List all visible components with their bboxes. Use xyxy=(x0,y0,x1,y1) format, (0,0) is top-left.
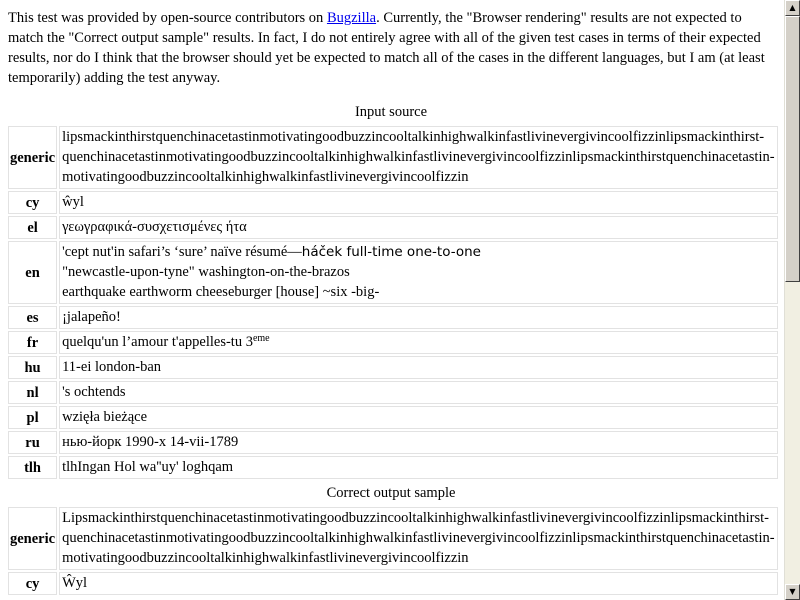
value-line: quenchinacetastinmotivatingoodbuzzincool… xyxy=(62,149,775,165)
test-value: wzięła bieżące xyxy=(59,406,778,429)
test-value: ŵyl xyxy=(59,191,778,214)
table-row: generic lipsmackinthirstquenchinacetasti… xyxy=(8,126,778,189)
lang-code: pl xyxy=(8,406,58,429)
value-line: "newcastle-upon-tyne" washington-on-the-… xyxy=(62,264,350,280)
table-row: pl wzięła bieżące xyxy=(8,406,778,429)
table-row: cy Ŵyl xyxy=(8,572,778,595)
test-value: 's ochtends xyxy=(59,381,778,404)
table-row: el γεωγραφικά-συσχετισμένες ήτα xyxy=(8,216,778,239)
correct-output-table: generic Lipsmackinthirstquenchinacetasti… xyxy=(6,505,780,597)
vertical-scrollbar[interactable]: ▲ ▼ xyxy=(784,0,800,600)
input-source-caption: Input source xyxy=(354,104,428,120)
lang-code: tlh xyxy=(8,456,58,479)
value-segment: 'cept nut'in safari’s ‘sure’ naïve résum… xyxy=(62,244,302,260)
test-value: 'cept nut'in safari’s ‘sure’ naïve résum… xyxy=(59,241,778,304)
lang-code: el xyxy=(8,216,58,239)
intro-text-before: This test was provided by open-source co… xyxy=(8,10,327,26)
input-source-table: generic lipsmackinthirstquenchinacetasti… xyxy=(6,124,780,481)
lang-code: cy xyxy=(8,191,58,214)
value-line: quenchinacetastinmotivatingoodbuzzincool… xyxy=(62,530,775,546)
lang-code: ru xyxy=(8,431,58,454)
table-row: generic Lipsmackinthirstquenchinacetasti… xyxy=(8,507,778,570)
test-value: lipsmackinthirstquenchinacetastinmotivat… xyxy=(59,126,778,189)
intro-paragraph: This test was provided by open-source co… xyxy=(8,8,774,88)
test-value: ¡jalapeño! xyxy=(59,306,778,329)
test-value: γεωγραφικά-συσχετισμένες ήτα xyxy=(59,216,778,239)
lang-code: generic xyxy=(8,126,58,189)
table-row: fr quelqu'un l’amour t'appelles-tu 3eme xyxy=(8,331,778,354)
value-line: Lipsmackinthirstquenchinacetastinmotivat… xyxy=(62,510,769,526)
lang-code: hu xyxy=(8,356,58,379)
lang-code: es xyxy=(8,306,58,329)
table-row: cy ŵyl xyxy=(8,191,778,214)
lang-code: en xyxy=(8,241,58,304)
bugzilla-link[interactable]: Bugzilla xyxy=(327,10,376,26)
value-segment-sans: háček full-time one-to-one xyxy=(301,244,481,260)
table-row: hu 11-ei london-ban xyxy=(8,356,778,379)
superscript: eme xyxy=(252,333,270,344)
scrollbar-thumb[interactable] xyxy=(785,16,800,282)
value-line: motivatingoodbuzzincooltalkinhighwalkinf… xyxy=(62,550,469,566)
table-row: tlh tlhIngan Hol wa''uy' loghqam xyxy=(8,456,778,479)
test-value: tlhIngan Hol wa''uy' loghqam xyxy=(59,456,778,479)
lang-code: fr xyxy=(8,331,58,354)
test-value: Ŵyl xyxy=(59,572,778,595)
document-page: This test was provided by open-source co… xyxy=(0,0,784,600)
table-row: nl 's ochtends xyxy=(8,381,778,404)
test-value: 11-ei london-ban xyxy=(59,356,778,379)
value-text: quelqu'un l’amour t'appelles-tu 3 xyxy=(62,334,253,350)
test-value: Lipsmackinthirstquenchinacetastinmotivat… xyxy=(59,507,778,570)
test-value: quelqu'un l’amour t'appelles-tu 3eme xyxy=(59,331,778,354)
document-content: This test was provided by open-source co… xyxy=(0,0,784,597)
scroll-up-arrow-icon[interactable]: ▲ xyxy=(785,0,800,16)
scroll-down-arrow-icon[interactable]: ▼ xyxy=(785,584,800,600)
lang-code: cy xyxy=(8,572,58,595)
value-line: lipsmackinthirstquenchinacetastinmotivat… xyxy=(62,129,765,145)
table-row: es ¡jalapeño! xyxy=(8,306,778,329)
value-line: 'cept nut'in safari’s ‘sure’ naïve résum… xyxy=(62,242,774,262)
table-row: ru нью-йорк 1990-х 14-vii-1789 xyxy=(8,431,778,454)
lang-code: nl xyxy=(8,381,58,404)
value-line: earthquake earthworm cheeseburger [house… xyxy=(62,284,380,300)
value-line: motivatingoodbuzzincooltalkinhighwalkinf… xyxy=(62,169,469,185)
table-row: en 'cept nut'in safari’s ‘sure’ naïve ré… xyxy=(8,241,778,304)
lang-code: generic xyxy=(8,507,58,570)
correct-output-caption: Correct output sample xyxy=(326,485,456,501)
test-value: нью-йорк 1990-х 14-vii-1789 xyxy=(59,431,778,454)
